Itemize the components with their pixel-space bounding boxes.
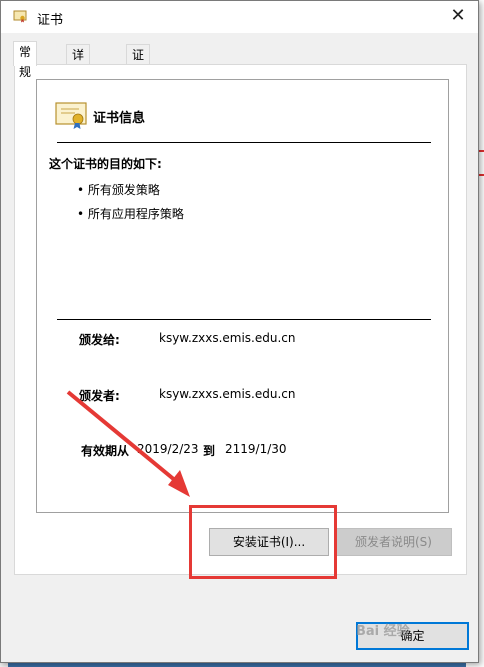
annotation-arrow	[66, 390, 190, 497]
watermark: Bai 经验	[356, 624, 410, 639]
tab-general[interactable]: 常规	[13, 41, 38, 79]
